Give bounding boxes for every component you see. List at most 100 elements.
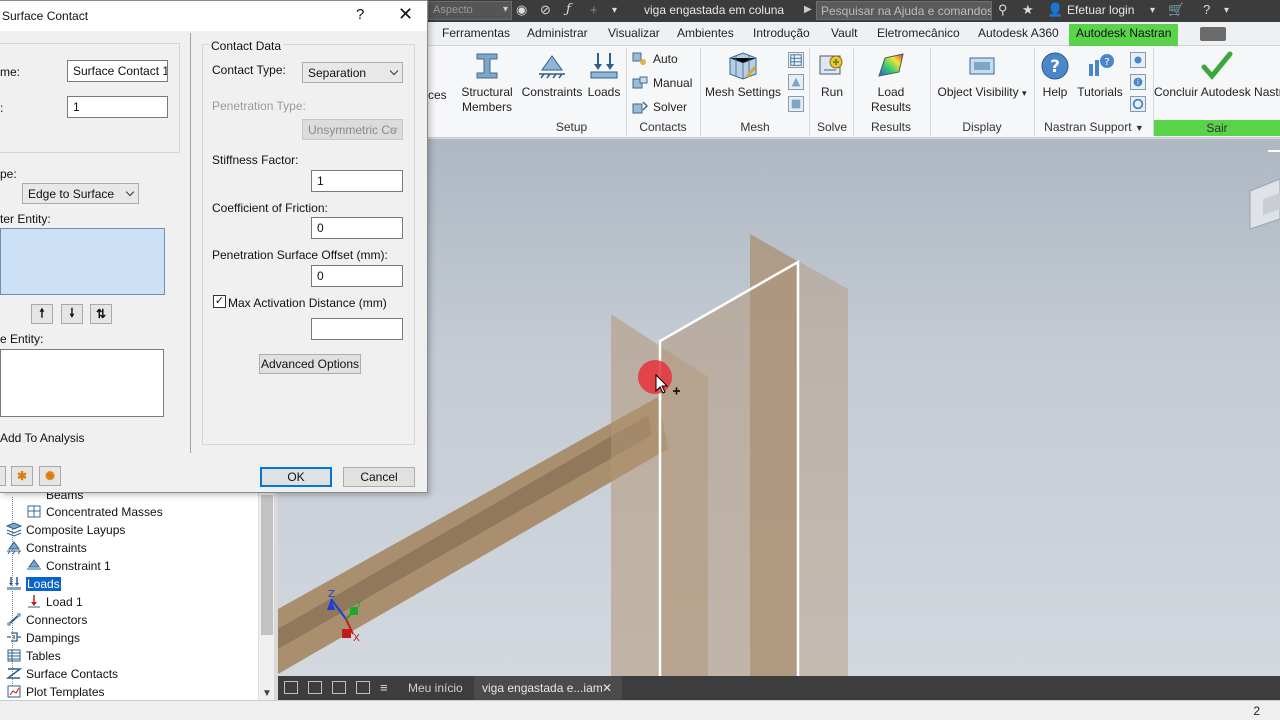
add-to-analysis-label[interactable]: Add To Analysis	[0, 431, 85, 445]
tile-horizontal-icon[interactable]	[332, 681, 346, 694]
structural-members-button[interactable]: Structural Members	[458, 50, 516, 115]
solver-contact-button[interactable]: Solver	[632, 100, 687, 114]
close-icon[interactable]: ✕	[398, 4, 413, 25]
chevron-right-icon[interactable]: ▶	[804, 4, 812, 15]
mesh-control-icon[interactable]	[788, 74, 804, 90]
tile-windows-icon[interactable]	[308, 681, 322, 694]
login-dropdown-icon[interactable]: ▾	[1150, 5, 1155, 16]
finish-nastran-button[interactable]: Concluir Autodesk Nastran In-CAD	[1154, 50, 1280, 100]
settings-gear-icon[interactable]	[1130, 96, 1146, 112]
penetration-type-select[interactable]: Unsymmetric Co	[302, 119, 403, 140]
run-button[interactable]: Run	[814, 50, 850, 100]
add-icon[interactable]: +	[590, 2, 598, 17]
tree-scrollbar[interactable]: ▼	[258, 493, 274, 700]
help-dropdown-icon[interactable]: ▾	[1224, 5, 1229, 16]
help-icon[interactable]: ?	[1203, 2, 1210, 17]
mesh-refine-icon[interactable]	[788, 96, 804, 112]
cart-icon[interactable]: 🛒	[1168, 2, 1184, 18]
menu-icon[interactable]: ≡	[380, 680, 388, 695]
contact-type-select[interactable]: Edge to Surface	[22, 183, 139, 204]
help-button[interactable]: ? Help	[1038, 50, 1072, 100]
tree-item-connectors[interactable]: Connectors	[6, 612, 87, 627]
scroll-down-icon[interactable]: ▼	[262, 688, 272, 699]
tree-item-surface-contacts[interactable]: Surface Contacts	[6, 666, 118, 681]
auto-contact-button[interactable]: Auto	[632, 52, 678, 66]
snowflake-icon[interactable]: ✱	[11, 466, 33, 486]
load-results-button[interactable]: Load Results	[857, 50, 925, 115]
user-icon[interactable]: 👤	[1047, 2, 1063, 18]
type-label: pe:	[0, 167, 17, 181]
ribbon-options-icon[interactable]	[1200, 27, 1226, 41]
sun-icon[interactable]: ✺	[39, 466, 61, 486]
max-activation-checkbox[interactable]: ✓	[213, 295, 226, 308]
loads-button[interactable]: Loads	[585, 50, 623, 100]
tab-vault[interactable]: Vault	[831, 26, 857, 40]
tree-item-tables[interactable]: Tables	[6, 648, 61, 663]
master-entity-list[interactable]	[0, 228, 165, 295]
tree-item-dampings[interactable]: Dampings	[6, 630, 80, 645]
tree-item-concentrated-masses[interactable]: Concentrated Masses	[26, 504, 163, 519]
name-field[interactable]: Surface Contact 1	[67, 60, 168, 82]
object-visibility-button[interactable]: Object Visibility ▾	[936, 50, 1028, 101]
tab-ambientes[interactable]: Ambientes	[677, 26, 734, 40]
advanced-options-button[interactable]: Advanced Options	[259, 354, 361, 374]
tile-vertical-icon[interactable]	[356, 681, 370, 694]
contact-data-title: Contact Data	[209, 39, 284, 53]
appearance-dropdown[interactable]: Aspecto	[428, 1, 512, 20]
tutorials-button[interactable]: ? Tutorials	[1075, 50, 1125, 100]
tab-visualizar[interactable]: Visualizar	[608, 26, 660, 40]
tab-home[interactable]: Meu início	[408, 681, 463, 695]
nastran-support-group-label[interactable]: Nastran Support ▼	[1036, 120, 1152, 134]
penetration-offset-field[interactable]: 0	[311, 265, 403, 287]
help-search-input[interactable]: Pesquisar na Ajuda e comandos...	[816, 1, 992, 20]
mesh-settings-button[interactable]: Mesh Settings	[704, 50, 782, 100]
ok-button[interactable]: OK	[260, 467, 332, 487]
customize-dropdown-icon[interactable]: ▾	[612, 5, 617, 16]
contact-kind-select[interactable]: Separation	[302, 62, 403, 83]
max-activation-field[interactable]	[311, 318, 403, 340]
tree-item-load-1[interactable]: Load 1	[26, 594, 83, 609]
tree-item-loads[interactable]: Loads	[6, 576, 61, 591]
info-icon[interactable]: i	[1130, 74, 1146, 90]
tab-autodesk-nastran[interactable]: Autodesk Nastran	[1069, 24, 1179, 46]
model-canvas[interactable]: Z Y X	[278, 139, 1280, 676]
login-link[interactable]: Efetuar login	[1067, 3, 1134, 17]
function-icon[interactable]: ƒ	[566, 2, 571, 17]
tab-ferramentas[interactable]: Ferramentas	[442, 26, 510, 40]
tab-administrar[interactable]: Administrar	[527, 26, 588, 40]
tree-scrollbar-thumb[interactable]	[261, 495, 273, 635]
cancel-button[interactable]: Cancel	[343, 467, 415, 487]
tool-button[interactable]	[0, 466, 6, 486]
binoculars-icon[interactable]: ⚲	[998, 2, 1008, 18]
cascade-windows-icon[interactable]	[284, 681, 298, 694]
slave-entity-list[interactable]	[0, 349, 164, 417]
checkmark-icon	[1201, 51, 1233, 80]
friction-field[interactable]: 0	[311, 217, 403, 239]
solver-contact-icon	[632, 101, 648, 114]
tree-item-constraint-1[interactable]: Constraint 1	[26, 558, 111, 573]
close-tab-icon[interactable]: ✕	[602, 681, 612, 695]
graphics-viewport[interactable]: Z Y X	[278, 139, 1280, 676]
color-icon[interactable]: ◉	[516, 2, 527, 18]
id-field[interactable]: 1	[67, 96, 168, 118]
mesh-table-icon[interactable]	[788, 52, 804, 68]
tree-item-plot-templates[interactable]: Plot Templates	[6, 684, 105, 699]
tab-introducao[interactable]: Introdução	[753, 26, 810, 40]
star-icon[interactable]: ★	[1022, 2, 1034, 18]
manual-contact-button[interactable]: Manual	[632, 76, 692, 90]
clear-appearance-icon[interactable]: ⊘	[540, 2, 551, 18]
help-icon[interactable]: ?	[356, 6, 364, 23]
support-doc-icon[interactable]	[1130, 52, 1146, 68]
tab-eletromecanico[interactable]: Eletromecânico	[877, 26, 960, 40]
tab-document[interactable]: viga engastada e...iam ✕	[474, 676, 622, 700]
constraints-button[interactable]: Constraints	[520, 50, 584, 100]
tree-item-constraints[interactable]: Constraints	[6, 540, 87, 555]
stiffness-factor-field[interactable]: 1	[311, 170, 403, 192]
tab-autodesk-a360[interactable]: Autodesk A360	[978, 26, 1059, 40]
move-down-button[interactable]: 🠗	[61, 304, 83, 324]
view-cube[interactable]	[1249, 178, 1280, 230]
dialog-title-bar[interactable]: Surface Contact ? ✕	[0, 1, 427, 31]
swap-button[interactable]: ⇅	[90, 304, 112, 324]
move-up-button[interactable]: 🠕	[31, 304, 53, 324]
tree-item-composite-layups[interactable]: Composite Layups	[6, 522, 125, 537]
